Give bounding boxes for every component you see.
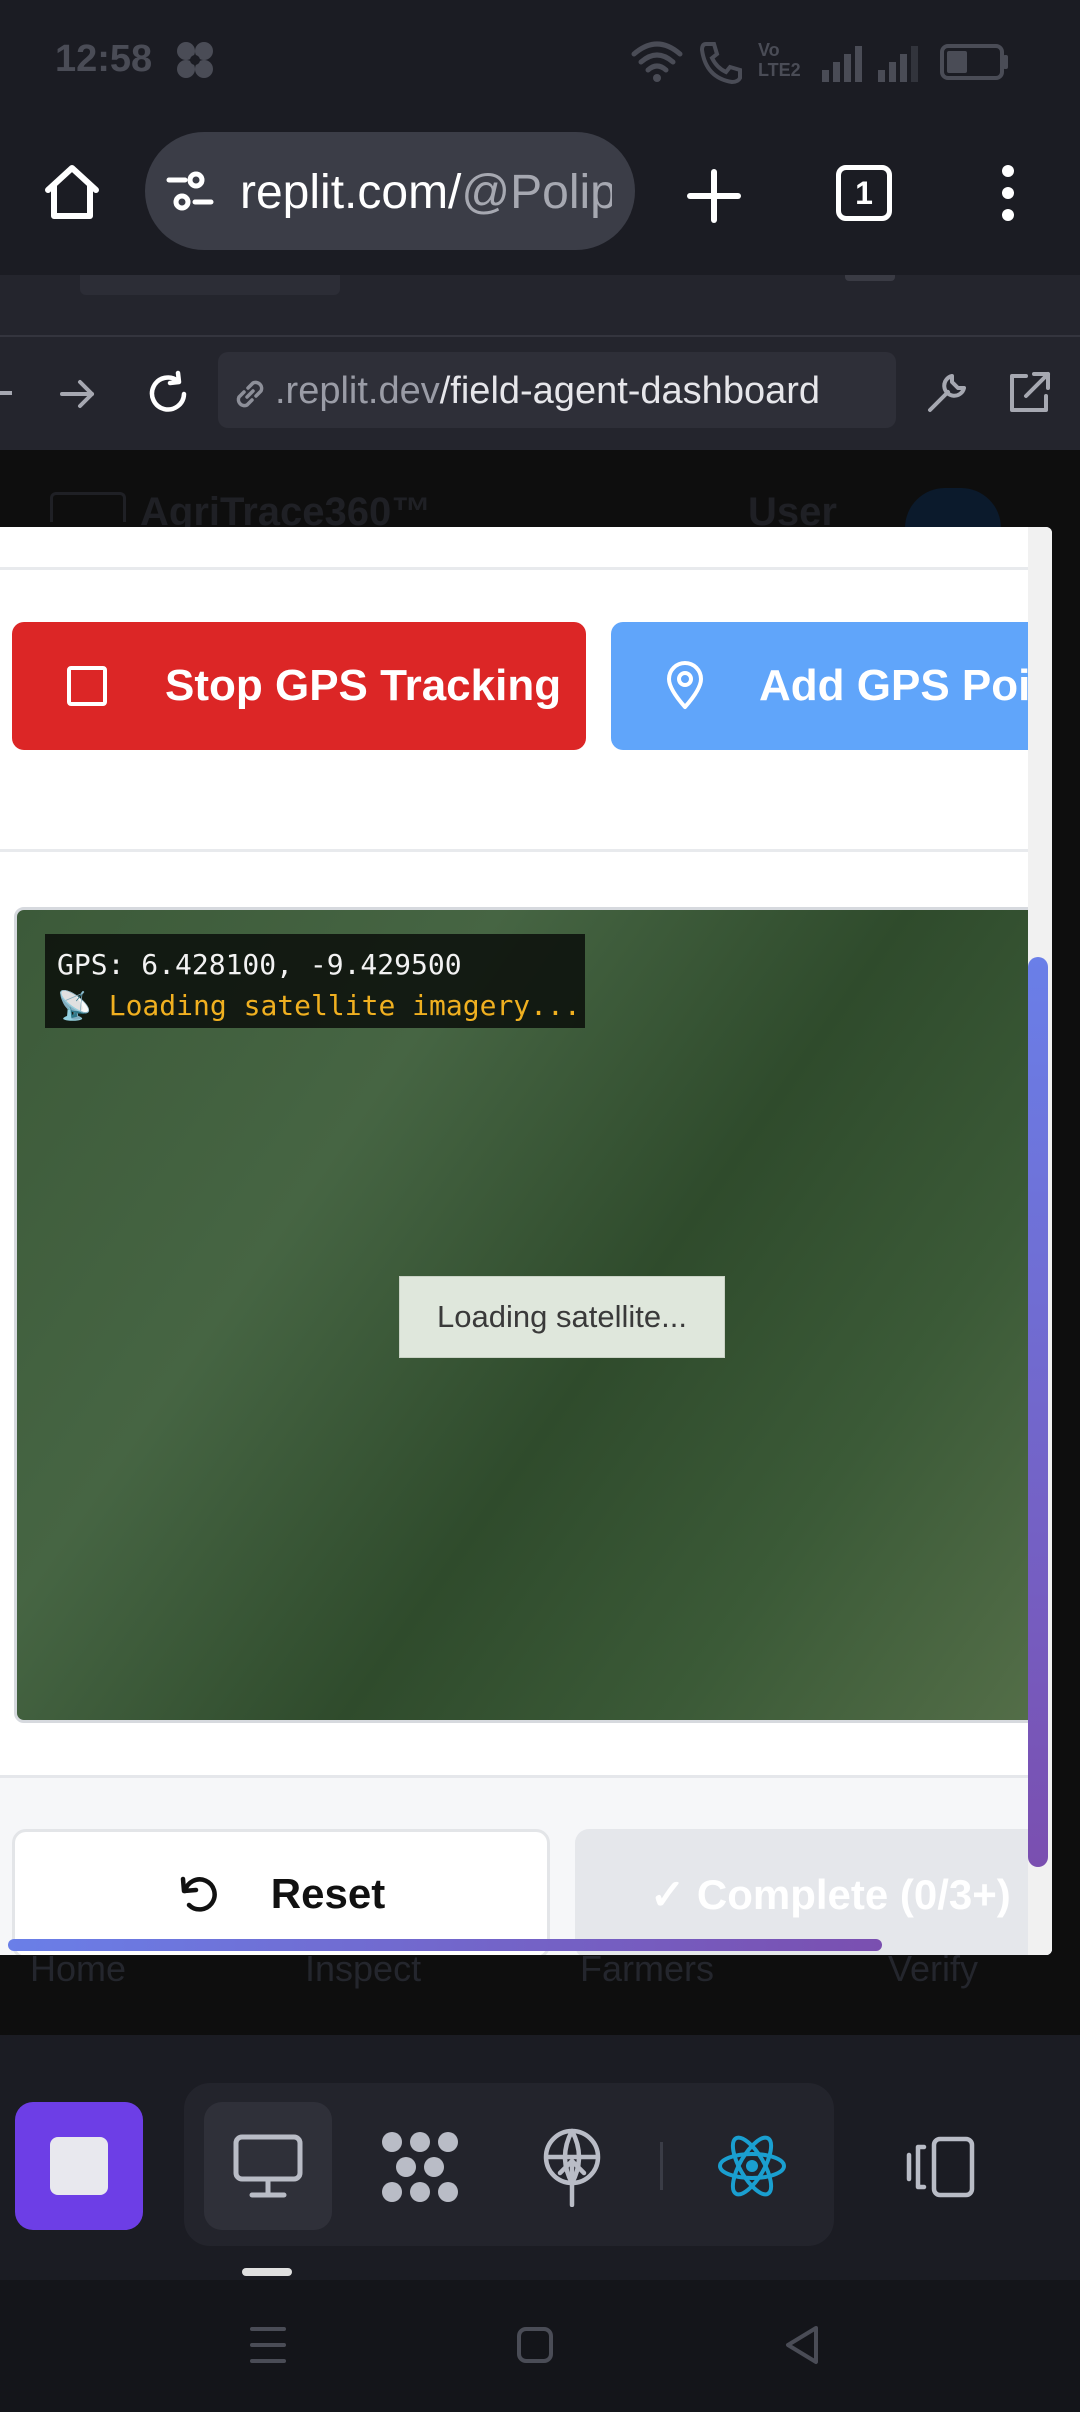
signal-icon-2 bbox=[876, 44, 920, 82]
avatar-ghost bbox=[905, 488, 1001, 528]
back-arrow-icon[interactable] bbox=[0, 375, 14, 411]
more-menu-icon[interactable] bbox=[998, 165, 1018, 221]
replit-header-strip bbox=[0, 275, 1080, 335]
replit-tab-shadow-2 bbox=[845, 275, 895, 281]
reset-icon bbox=[177, 1871, 223, 1917]
tab-count: 1 bbox=[855, 174, 873, 211]
url-host: replit.com/ bbox=[240, 166, 462, 219]
address-bar-url[interactable]: replit.com/@Polip bbox=[240, 165, 612, 220]
device-preview-icon[interactable] bbox=[904, 2135, 978, 2199]
stop-icon bbox=[50, 2137, 108, 2195]
devtools-wrench-icon[interactable] bbox=[922, 368, 972, 418]
nav-verify-ghost: Verify bbox=[888, 1948, 979, 1989]
volte-label: Vo LTE2 bbox=[758, 40, 801, 80]
nav-inspect-ghost: Inspect bbox=[305, 1948, 422, 1989]
modal-divider-top bbox=[0, 567, 1052, 570]
wifi-icon bbox=[630, 40, 684, 84]
home-nav-icon[interactable] bbox=[516, 2326, 554, 2364]
stop-gps-tracking-button[interactable]: Stop GPS Tracking bbox=[12, 622, 586, 750]
call-icon bbox=[698, 40, 746, 84]
open-external-icon[interactable] bbox=[1004, 368, 1054, 418]
forward-arrow-icon[interactable] bbox=[58, 374, 98, 414]
webview-url-text[interactable]: .replit.dev/field-agent-dashboard bbox=[275, 370, 820, 413]
active-tool-indicator bbox=[242, 2268, 292, 2276]
volte-top: Vo bbox=[758, 40, 780, 60]
volte-bottom: LTE2 bbox=[758, 60, 801, 80]
webview-url-path: /field-agent-dashboard bbox=[439, 370, 821, 412]
deploy-icon[interactable] bbox=[540, 2127, 604, 2207]
complete-label: ✓ Complete (0/3+) bbox=[650, 1870, 1011, 1918]
reload-icon[interactable] bbox=[144, 370, 192, 418]
agent-icon[interactable] bbox=[380, 2130, 460, 2204]
tab-switcher-button[interactable]: 1 bbox=[836, 165, 892, 221]
satellite-map[interactable]: GPS: 6.428100, -9.429500 📡 Loading satel… bbox=[14, 907, 1052, 1723]
add-gps-point-button[interactable]: Add GPS Poir bbox=[611, 622, 1052, 750]
reset-label: Reset bbox=[270, 1870, 386, 1917]
reset-button[interactable]: Reset bbox=[12, 1829, 550, 1955]
app-logo-ghost bbox=[50, 492, 126, 522]
stop-gps-tracking-label: Stop GPS Tracking bbox=[165, 661, 562, 710]
battery-icon bbox=[940, 44, 1010, 80]
vertical-scrollbar[interactable] bbox=[1028, 957, 1048, 1867]
toolbar-separator bbox=[660, 2142, 663, 2190]
add-gps-point-label: Add GPS Poir bbox=[759, 661, 1048, 710]
desktop-icon bbox=[232, 2133, 304, 2199]
stop-run-button[interactable] bbox=[15, 2102, 143, 2230]
nav-farmers-ghost: Farmers bbox=[580, 1948, 714, 1989]
complete-button[interactable]: ✓ Complete (0/3+) bbox=[575, 1829, 1052, 1955]
home-icon[interactable] bbox=[40, 160, 104, 224]
gps-mapping-modal: Stop GPS Tracking Add GPS Poir GPS: 6.42… bbox=[0, 527, 1052, 1955]
map-pin-icon bbox=[663, 661, 707, 711]
horizontal-scrollbar[interactable] bbox=[8, 1939, 882, 1951]
modal-divider-mid bbox=[0, 849, 1052, 852]
new-tab-icon[interactable] bbox=[686, 168, 742, 224]
back-nav-icon[interactable] bbox=[782, 2324, 822, 2366]
webview-url-domain: .replit.dev bbox=[275, 370, 440, 412]
gps-imagery-status: 📡 Loading satellite imagery... bbox=[57, 989, 581, 1022]
fan-icon bbox=[175, 40, 215, 80]
status-time: 12:58 bbox=[55, 38, 153, 80]
stop-square-icon bbox=[67, 666, 107, 706]
site-settings-icon[interactable] bbox=[165, 168, 215, 214]
recent-apps-icon[interactable] bbox=[248, 2323, 288, 2367]
nav-home-ghost: Home bbox=[30, 1948, 127, 1989]
gps-readout: GPS: 6.428100, -9.429500 📡 Loading satel… bbox=[45, 934, 585, 1028]
replit-tab-shadow bbox=[80, 275, 340, 295]
signal-icon-1 bbox=[820, 44, 864, 82]
link-icon bbox=[230, 374, 270, 414]
map-loading-indicator: Loading satellite... bbox=[399, 1276, 725, 1358]
react-icon[interactable] bbox=[716, 2133, 788, 2199]
gps-coordinates: GPS: 6.428100, -9.429500 bbox=[57, 948, 462, 981]
url-path: @Polip bbox=[461, 166, 612, 219]
